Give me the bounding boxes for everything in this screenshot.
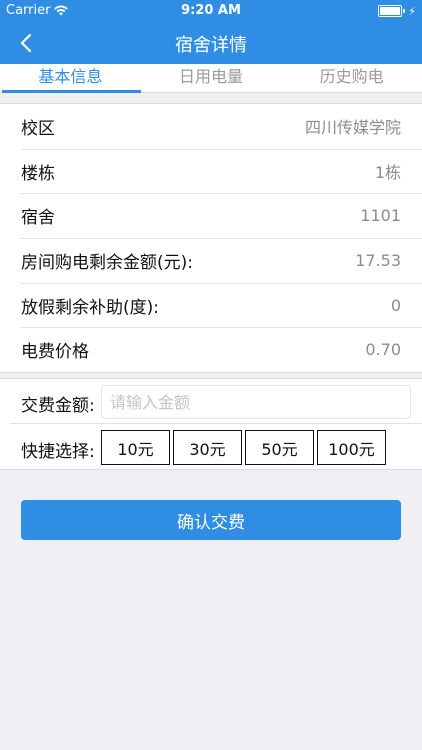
info-label: 校区 bbox=[21, 118, 55, 139]
quick-select-label: 快捷选择: bbox=[21, 442, 95, 462]
quick-amount-30-button[interactable]: 30元 bbox=[173, 430, 242, 465]
payment-section: 交费金额: 快捷选择: 10元 30元 50元 100元 bbox=[0, 378, 422, 470]
amount-label: 交费金额: bbox=[21, 396, 95, 416]
info-row-campus: 校区 四川传媒学院 bbox=[0, 104, 422, 149]
battery-indicator: ⚡ bbox=[378, 5, 416, 17]
info-label: 宿舍 bbox=[21, 208, 55, 229]
tab-bar: 基本信息 日用电量 历史购电 bbox=[0, 64, 422, 93]
info-value: 1栋 bbox=[374, 163, 401, 183]
info-value: 0 bbox=[390, 295, 401, 315]
quick-amount-100-button[interactable]: 100元 bbox=[317, 430, 386, 465]
navigation-bar: 宿舍详情 bbox=[0, 22, 422, 64]
quick-select-options: 10元 30元 50元 100元 bbox=[101, 430, 386, 465]
info-row-remaining-balance: 房间购电剩余金额(元): 17.53 bbox=[0, 238, 422, 283]
status-bar: Carrier 9:20 AM ⚡ bbox=[0, 0, 422, 22]
status-time: 9:20 AM bbox=[181, 3, 241, 18]
tab-daily-usage[interactable]: 日用电量 bbox=[141, 64, 282, 92]
battery-fill bbox=[380, 7, 401, 15]
info-row-dorm: 宿舍 1101 bbox=[0, 193, 422, 238]
info-value: 四川传媒学院 bbox=[304, 118, 401, 138]
info-row-building: 楼栋 1栋 bbox=[0, 148, 422, 194]
info-label: 楼栋 bbox=[21, 163, 55, 184]
info-value: 1101 bbox=[360, 206, 401, 226]
info-label: 放假剩余补助(度): bbox=[21, 297, 159, 318]
info-value: 17.53 bbox=[355, 250, 401, 270]
amount-row: 交费金额: bbox=[0, 379, 422, 424]
quick-amount-10-button[interactable]: 10元 bbox=[101, 430, 170, 465]
battery-icon bbox=[378, 5, 403, 17]
page-title: 宿舍详情 bbox=[175, 35, 247, 56]
info-row-electricity-price: 电费价格 0.70 bbox=[0, 327, 422, 372]
amount-input[interactable] bbox=[101, 385, 411, 419]
info-label: 房间购电剩余金额(元): bbox=[21, 252, 193, 273]
top-bar: Carrier 9:20 AM ⚡ 宿舍详情 bbox=[0, 0, 422, 64]
charging-bolt-icon: ⚡ bbox=[408, 4, 416, 18]
confirm-payment-button[interactable]: 确认交费 bbox=[21, 500, 401, 540]
info-label: 电费价格 bbox=[21, 342, 89, 363]
quick-amount-50-button[interactable]: 50元 bbox=[245, 430, 314, 465]
info-row-holiday-subsidy: 放假剩余补助(度): 0 bbox=[0, 282, 422, 328]
dorm-info-list: 校区 四川传媒学院 楼栋 1栋 宿舍 1101 房间购电剩余金额(元): 17.… bbox=[0, 103, 422, 374]
tab-purchase-history[interactable]: 历史购电 bbox=[281, 64, 422, 92]
info-value: 0.70 bbox=[365, 340, 401, 360]
battery-tip bbox=[403, 9, 406, 13]
tab-basic-info[interactable]: 基本信息 bbox=[0, 64, 141, 93]
